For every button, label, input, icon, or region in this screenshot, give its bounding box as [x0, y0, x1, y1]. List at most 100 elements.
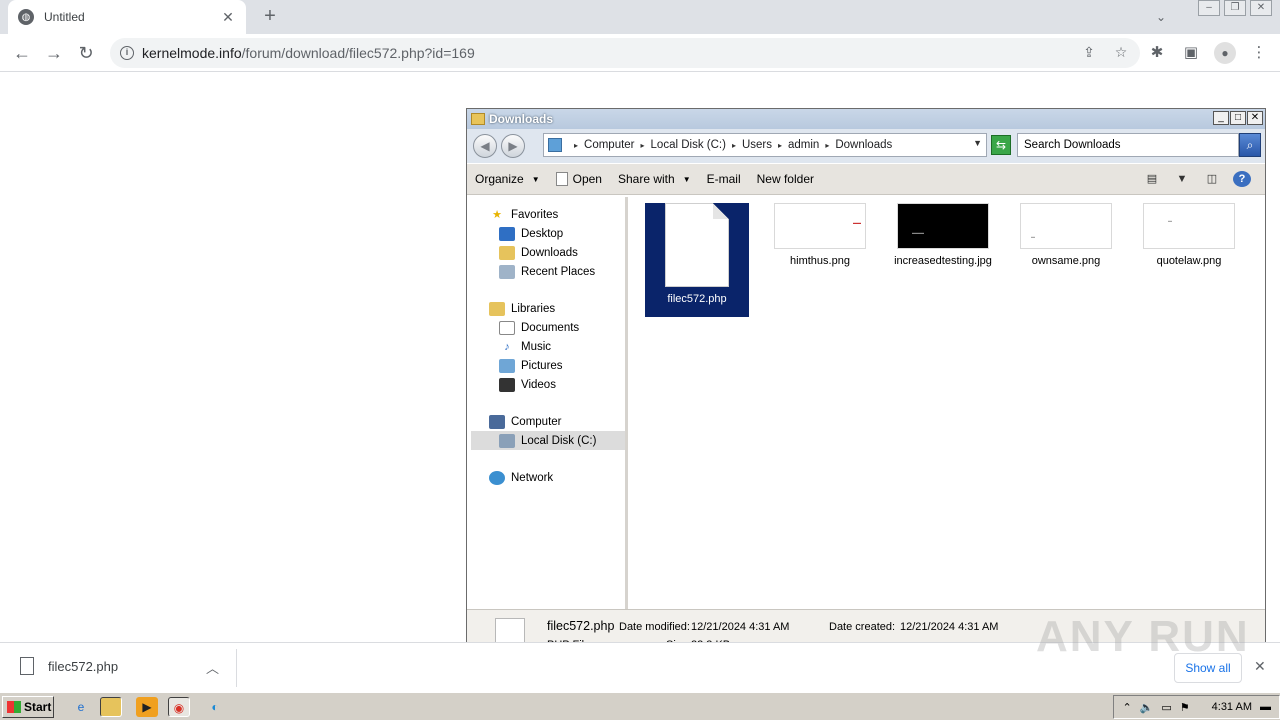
nav-downloads-label: Downloads [521, 246, 578, 259]
browser-tab[interactable]: ◍ Untitled ✕ [8, 0, 246, 34]
tray-expand-icon[interactable]: ⌃ [1122, 701, 1131, 714]
explorer-window: Downloads _ □ ✕ ◀ ▶ ▸ Computer ▸ Local D… [466, 108, 1266, 665]
image-thumbnail: ▬▬ [774, 203, 866, 249]
file-item[interactable]: ▬▬ himthus.png [768, 203, 872, 268]
restore-icon[interactable]: ❐ [1224, 0, 1246, 16]
chevron-down-icon[interactable]: ▼ [1173, 171, 1191, 187]
nav-music[interactable]: ♪ Music [471, 337, 625, 356]
download-item[interactable]: filec572.php [20, 657, 118, 675]
breadcrumb-arrow-icon[interactable]: ▸ [825, 141, 829, 150]
file-item[interactable]: filec572.php [645, 203, 749, 317]
breadcrumb-users[interactable]: Users [742, 139, 772, 151]
url-path: /forum/download/filec572.php?id=169 [241, 45, 475, 61]
breadcrumb-downloads[interactable]: Downloads [835, 139, 892, 151]
minimize-icon[interactable]: _ [1213, 111, 1229, 125]
nav-desktop[interactable]: Desktop [471, 224, 625, 243]
file-item[interactable]: ▬ quotelaw.png [1137, 203, 1241, 268]
file-name: quotelaw.png [1156, 255, 1222, 267]
refresh-icon[interactable]: ⇆ [991, 135, 1011, 155]
explorer-taskbar-icon[interactable] [100, 697, 122, 717]
preview-pane-icon[interactable]: ◫ [1203, 171, 1221, 187]
search-icon[interactable]: ⌕ [1239, 133, 1261, 157]
extensions-puzzle-icon[interactable]: ✱ [1146, 42, 1168, 64]
nav-libraries-label: Libraries [511, 302, 556, 315]
breadcrumb-arrow-icon[interactable]: ▸ [574, 141, 578, 150]
nav-documents[interactable]: Documents [471, 318, 625, 337]
side-panel-icon[interactable]: ▣ [1180, 42, 1202, 64]
computer-icon [489, 414, 505, 429]
nav-network[interactable]: Network [471, 468, 625, 487]
breadcrumb-arrow-icon[interactable]: ▸ [778, 141, 782, 150]
address-bar[interactable]: i kernelmode.info /forum/download/filec5… [110, 38, 1140, 68]
close-window-icon[interactable]: ✕ [1250, 0, 1272, 16]
chrome-taskbar-icon[interactable]: ◉ [168, 697, 190, 717]
nav-recent-places[interactable]: Recent Places [471, 262, 625, 281]
music-icon: ♪ [504, 340, 510, 353]
command-bar: Organize ▼ Open Share with ▼ E-mail New fo… [467, 163, 1265, 195]
back-button[interactable]: ◀ [473, 134, 497, 158]
nav-local-disk[interactable]: Local Disk (C:) [471, 431, 625, 450]
site-info-icon[interactable]: i [120, 46, 134, 60]
bookmark-star-icon[interactable]: ☆ [1112, 43, 1130, 61]
nav-downloads[interactable]: Downloads [471, 243, 625, 262]
forward-button[interactable]: ▶ [501, 134, 525, 158]
media-player-icon[interactable]: ▶ [136, 697, 158, 717]
view-options-icon[interactable]: ▤ [1143, 171, 1161, 187]
nav-videos[interactable]: Videos [471, 375, 625, 394]
profile-avatar-icon[interactable]: ● [1214, 42, 1236, 64]
internet-explorer-icon[interactable]: e [70, 697, 92, 717]
breadcrumb[interactable]: ▸ Computer ▸ Local Disk (C:) ▸ Users ▸ a… [543, 133, 987, 157]
breadcrumb-admin[interactable]: admin [788, 139, 819, 151]
close-shelf-icon[interactable]: ✕ [1254, 658, 1266, 675]
modified-label: Date modified: [619, 621, 690, 633]
nav-libraries[interactable]: Libraries [471, 299, 625, 318]
search-input[interactable]: Search Downloads [1017, 133, 1239, 157]
back-icon[interactable]: ← [10, 41, 34, 65]
nav-pictures[interactable]: Pictures [471, 356, 625, 375]
network-tray-icon[interactable]: ▭ [1161, 701, 1171, 714]
new-tab-button[interactable]: + [258, 5, 282, 29]
nav-recent-places-label: Recent Places [521, 265, 596, 278]
organize-label: Organize [475, 172, 524, 186]
explorer-titlebar[interactable]: Downloads _ □ ✕ [467, 109, 1265, 129]
action-center-flag-icon[interactable]: ⚑ [1180, 701, 1190, 714]
file-list: filec572.php ▬▬ himthus.png ▬▬▬ increase… [631, 197, 1265, 609]
email-button[interactable]: E-mail [707, 172, 741, 186]
breadcrumb-arrow-icon[interactable]: ▸ [732, 141, 736, 150]
menu-kebab-icon[interactable]: ⋮ [1248, 42, 1270, 64]
volume-icon[interactable]: 🔈 [1140, 701, 1154, 714]
close-tab-icon[interactable]: ✕ [220, 9, 236, 26]
breadcrumb-arrow-icon[interactable]: ▸ [641, 141, 645, 150]
chevron-up-icon[interactable]: ︿ [206, 658, 219, 677]
chevron-down-icon[interactable]: ▼ [973, 138, 982, 148]
file-item[interactable]: ▬ ownsame.png [1014, 203, 1118, 268]
share-with-button[interactable]: Share with ▼ [618, 172, 691, 186]
file-name: filec572.php [667, 293, 727, 305]
tab-title: Untitled [44, 10, 85, 24]
show-desktop-icon[interactable]: ▬ [1260, 701, 1271, 713]
new-folder-button[interactable]: New folder [757, 172, 814, 186]
nav-favorites[interactable]: ★ Favorites [471, 205, 625, 224]
edge-icon[interactable]: ◐ [204, 697, 226, 717]
close-icon[interactable]: ✕ [1247, 111, 1263, 125]
organize-button[interactable]: Organize ▼ [475, 172, 540, 186]
start-button[interactable]: Start [2, 696, 54, 718]
minimize-icon[interactable]: – [1198, 0, 1220, 16]
nav-videos-label: Videos [521, 378, 556, 391]
breadcrumb-computer[interactable]: Computer [584, 139, 635, 151]
file-item[interactable]: ▬▬▬ increasedtesting.jpg [891, 203, 995, 268]
forward-icon[interactable]: → [42, 41, 66, 65]
help-icon[interactable]: ? [1233, 171, 1251, 187]
nav-documents-label: Documents [521, 321, 580, 334]
nav-local-disk-label: Local Disk (C:) [521, 434, 597, 447]
share-icon[interactable]: ⇪ [1080, 43, 1098, 61]
open-button[interactable]: Open [555, 172, 602, 186]
clock[interactable]: 4:31 AM [1212, 701, 1252, 713]
tab-search-chevron-icon[interactable]: ⌄ [1150, 6, 1172, 28]
image-thumbnail: ▬ [1143, 203, 1235, 249]
downloads-folder-icon [499, 245, 515, 260]
maximize-icon[interactable]: □ [1230, 111, 1246, 125]
breadcrumb-local-disk[interactable]: Local Disk (C:) [651, 139, 726, 151]
reload-icon[interactable]: ↻ [74, 41, 98, 65]
nav-computer[interactable]: Computer [471, 412, 625, 431]
